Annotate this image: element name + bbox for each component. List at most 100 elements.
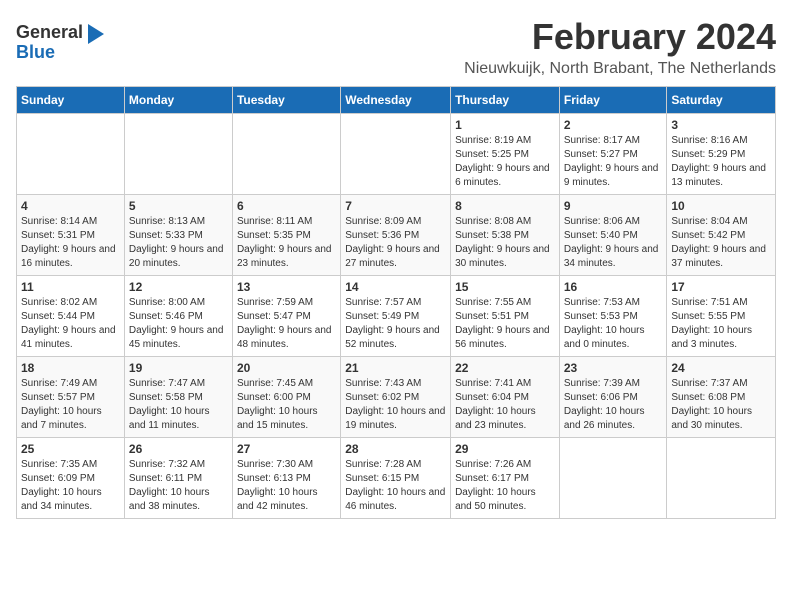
day-number: 9 [564,199,663,213]
logo: General Blue [16,16,106,66]
table-row: 18Sunrise: 7:49 AM Sunset: 5:57 PM Dayli… [17,357,125,438]
day-info: Sunrise: 7:37 AM Sunset: 6:08 PM Dayligh… [671,377,771,433]
day-number: 13 [237,280,336,294]
table-row: 15 Sunrise: 7:55 AM Sunset: 5:51 PM Dayli… [451,276,560,357]
day-info: Sunrise: 7:59 AM Sunset: 5:47 PM Dayligh… [237,296,336,352]
table-row: 5 Sunrise: 8:13 AM Sunset: 5:33 PM Daylig… [124,195,232,276]
day-number: 12 [129,280,228,294]
day-number: 3 [671,118,771,132]
day-info: Sunrise: 8:04 AM Sunset: 5:42 PM Dayligh… [671,215,771,271]
logo-svg: General Blue [16,16,106,66]
svg-text:General: General [16,22,83,42]
table-row: 29Sunrise: 7:26 AM Sunset: 6:17 PM Dayli… [451,438,560,519]
day-number: 21 [345,361,446,375]
day-number: 10 [671,199,771,213]
day-number: 19 [129,361,228,375]
day-info: Sunrise: 8:14 AM Sunset: 5:31 PM Dayligh… [21,215,120,271]
day-number: 22 [455,361,555,375]
day-number: 16 [564,280,663,294]
table-row: 17 Sunrise: 7:51 AM Sunset: 5:55 PM Dayli… [667,276,776,357]
table-row: 27 Sunrise: 7:30 AM Sunset: 6:13 PM Dayli… [232,438,340,519]
day-info: Sunrise: 8:11 AM Sunset: 5:35 PM Dayligh… [237,215,336,271]
day-number: 17 [671,280,771,294]
header-friday: Friday [559,87,667,114]
day-number: 4 [21,199,120,213]
table-row: 13 Sunrise: 7:59 AM Sunset: 5:47 PM Dayli… [232,276,340,357]
day-info: Sunrise: 7:53 AM Sunset: 5:53 PM Dayligh… [564,296,663,352]
day-number: 2 [564,118,663,132]
day-number: 20 [237,361,336,375]
table-row [124,114,232,195]
header-tuesday: Tuesday [232,87,340,114]
day-number: 23 [564,361,663,375]
table-row: 9 Sunrise: 8:06 AM Sunset: 5:40 PM Daylig… [559,195,667,276]
table-row: 20Sunrise: 7:45 AM Sunset: 6:00 PM Dayli… [232,357,340,438]
day-info: Sunrise: 8:16 AM Sunset: 5:29 PM Dayligh… [671,134,771,190]
day-info: Sunrise: 7:39 AM Sunset: 6:06 PM Dayligh… [564,377,663,433]
day-number: 11 [21,280,120,294]
day-info: Sunrise: 8:17 AM Sunset: 5:27 PM Dayligh… [564,134,663,190]
day-number: 15 [455,280,555,294]
table-row: 21 Sunrise: 7:43 AM Sunset: 6:02 PM Dayli… [341,357,451,438]
table-row [559,438,667,519]
table-row: 23 Sunrise: 7:39 AM Sunset: 6:06 PM Dayli… [559,357,667,438]
calendar-subtitle: Nieuwkuijk, North Brabant, The Netherlan… [464,60,776,78]
day-number: 1 [455,118,555,132]
day-info: Sunrise: 8:06 AM Sunset: 5:40 PM Dayligh… [564,215,663,271]
calendar-week-3: 18Sunrise: 7:49 AM Sunset: 5:57 PM Dayli… [17,357,776,438]
day-info: Sunrise: 8:09 AM Sunset: 5:36 PM Dayligh… [345,215,446,271]
table-row: 1Sunrise: 8:19 AM Sunset: 5:25 PM Daylig… [451,114,560,195]
table-row: 26 Sunrise: 7:32 AM Sunset: 6:11 PM Dayli… [124,438,232,519]
day-info: Sunrise: 8:08 AM Sunset: 5:38 PM Dayligh… [455,215,555,271]
calendar-table: Sunday Monday Tuesday Wednesday Thursday… [16,86,776,519]
table-row [232,114,340,195]
header-saturday: Saturday [667,87,776,114]
calendar-week-0: 1Sunrise: 8:19 AM Sunset: 5:25 PM Daylig… [17,114,776,195]
day-info: Sunrise: 8:02 AM Sunset: 5:44 PM Dayligh… [21,296,120,352]
day-info: Sunrise: 7:49 AM Sunset: 5:57 PM Dayligh… [21,377,120,433]
day-number: 7 [345,199,446,213]
header: General Blue February 2024 Nieuwkuijk, N… [16,16,776,78]
header-row: Sunday Monday Tuesday Wednesday Thursday… [17,87,776,114]
day-info: Sunrise: 7:55 AM Sunset: 5:51 PM Dayligh… [455,296,555,352]
table-row: 12Sunrise: 8:00 AM Sunset: 5:46 PM Dayli… [124,276,232,357]
table-row: 4 Sunrise: 8:14 AM Sunset: 5:31 PM Daylig… [17,195,125,276]
day-number: 14 [345,280,446,294]
day-number: 5 [129,199,228,213]
day-info: Sunrise: 7:30 AM Sunset: 6:13 PM Dayligh… [237,458,336,514]
day-number: 24 [671,361,771,375]
table-row: 14 Sunrise: 7:57 AM Sunset: 5:49 PM Dayli… [341,276,451,357]
day-info: Sunrise: 7:51 AM Sunset: 5:55 PM Dayligh… [671,296,771,352]
day-info: Sunrise: 8:13 AM Sunset: 5:33 PM Dayligh… [129,215,228,271]
table-row: 22 Sunrise: 7:41 AM Sunset: 6:04 PM Dayli… [451,357,560,438]
header-wednesday: Wednesday [341,87,451,114]
calendar-week-1: 4 Sunrise: 8:14 AM Sunset: 5:31 PM Daylig… [17,195,776,276]
table-row: 6Sunrise: 8:11 AM Sunset: 5:35 PM Daylig… [232,195,340,276]
day-info: Sunrise: 7:41 AM Sunset: 6:04 PM Dayligh… [455,377,555,433]
day-number: 25 [21,442,120,456]
day-number: 26 [129,442,228,456]
day-info: Sunrise: 7:35 AM Sunset: 6:09 PM Dayligh… [21,458,120,514]
day-info: Sunrise: 7:47 AM Sunset: 5:58 PM Dayligh… [129,377,228,433]
calendar-week-2: 11 Sunrise: 8:02 AM Sunset: 5:44 PM Dayli… [17,276,776,357]
calendar-title: February 2024 [464,16,776,58]
table-row: 7 Sunrise: 8:09 AM Sunset: 5:36 PM Daylig… [341,195,451,276]
table-row [17,114,125,195]
table-row: 25 Sunrise: 7:35 AM Sunset: 6:09 PM Dayli… [17,438,125,519]
table-row: 11 Sunrise: 8:02 AM Sunset: 5:44 PM Dayli… [17,276,125,357]
day-info: Sunrise: 7:43 AM Sunset: 6:02 PM Dayligh… [345,377,446,433]
day-info: Sunrise: 7:57 AM Sunset: 5:49 PM Dayligh… [345,296,446,352]
day-info: Sunrise: 7:32 AM Sunset: 6:11 PM Dayligh… [129,458,228,514]
header-monday: Monday [124,87,232,114]
table-row: 2 Sunrise: 8:17 AM Sunset: 5:27 PM Daylig… [559,114,667,195]
table-row: 16 Sunrise: 7:53 AM Sunset: 5:53 PM Dayli… [559,276,667,357]
day-info: Sunrise: 7:26 AM Sunset: 6:17 PM Dayligh… [455,458,555,514]
title-area: February 2024 Nieuwkuijk, North Brabant,… [464,16,776,78]
day-number: 27 [237,442,336,456]
header-thursday: Thursday [451,87,560,114]
table-row: 28Sunrise: 7:28 AM Sunset: 6:15 PM Dayli… [341,438,451,519]
day-number: 8 [455,199,555,213]
table-row [341,114,451,195]
table-row: 10 Sunrise: 8:04 AM Sunset: 5:42 PM Dayli… [667,195,776,276]
table-row: 19 Sunrise: 7:47 AM Sunset: 5:58 PM Dayli… [124,357,232,438]
